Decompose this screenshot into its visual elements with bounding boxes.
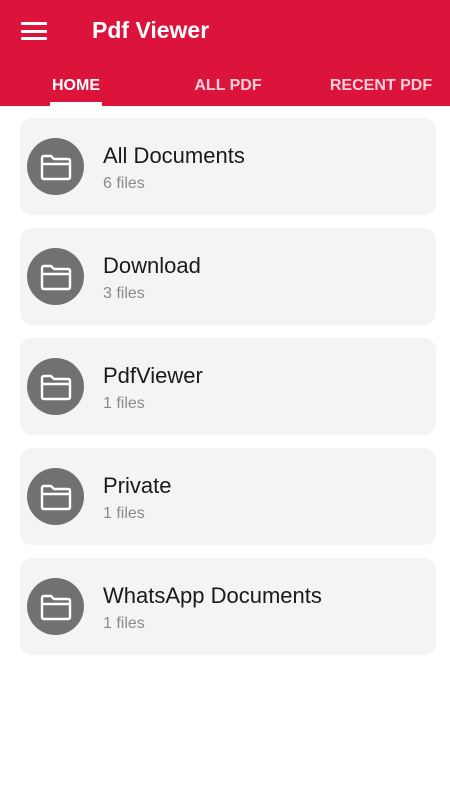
folder-name: All Documents <box>103 143 245 168</box>
folder-icon <box>27 358 84 415</box>
folder-name: PdfViewer <box>103 363 203 388</box>
app-title: Pdf Viewer <box>92 17 210 43</box>
folder-name: Private <box>103 473 172 498</box>
folder-icon <box>27 468 84 525</box>
folder-icon <box>27 248 84 305</box>
tab-recent-pdf[interactable]: RECENT PDF <box>318 72 444 106</box>
folder-item-pdfviewer[interactable]: PdfViewer 1 files <box>20 338 436 435</box>
folder-name: WhatsApp Documents <box>103 583 322 608</box>
folder-list: All Documents 6 files Download 3 files P… <box>20 118 436 668</box>
folder-file-count: 6 files <box>103 175 145 192</box>
folder-file-count: 1 files <box>103 505 145 522</box>
folder-icon <box>27 578 84 635</box>
tab-home[interactable]: HOME <box>26 72 126 106</box>
app-bar: Pdf Viewer HOME ALL PDF RECENT PDF <box>0 0 450 106</box>
tab-indicator <box>50 102 102 106</box>
folder-file-count: 1 files <box>103 395 145 412</box>
folder-name: Download <box>103 253 201 278</box>
folder-item-private[interactable]: Private 1 files <box>20 448 436 545</box>
folder-file-count: 3 files <box>103 285 145 302</box>
folder-file-count: 1 files <box>103 615 145 632</box>
hamburger-menu-icon[interactable] <box>21 20 49 42</box>
folder-icon <box>27 138 84 195</box>
folder-item-all-documents[interactable]: All Documents 6 files <box>20 118 436 215</box>
folder-item-whatsapp-documents[interactable]: WhatsApp Documents 1 files <box>20 558 436 655</box>
tab-all-pdf[interactable]: ALL PDF <box>178 72 278 106</box>
folder-item-download[interactable]: Download 3 files <box>20 228 436 325</box>
